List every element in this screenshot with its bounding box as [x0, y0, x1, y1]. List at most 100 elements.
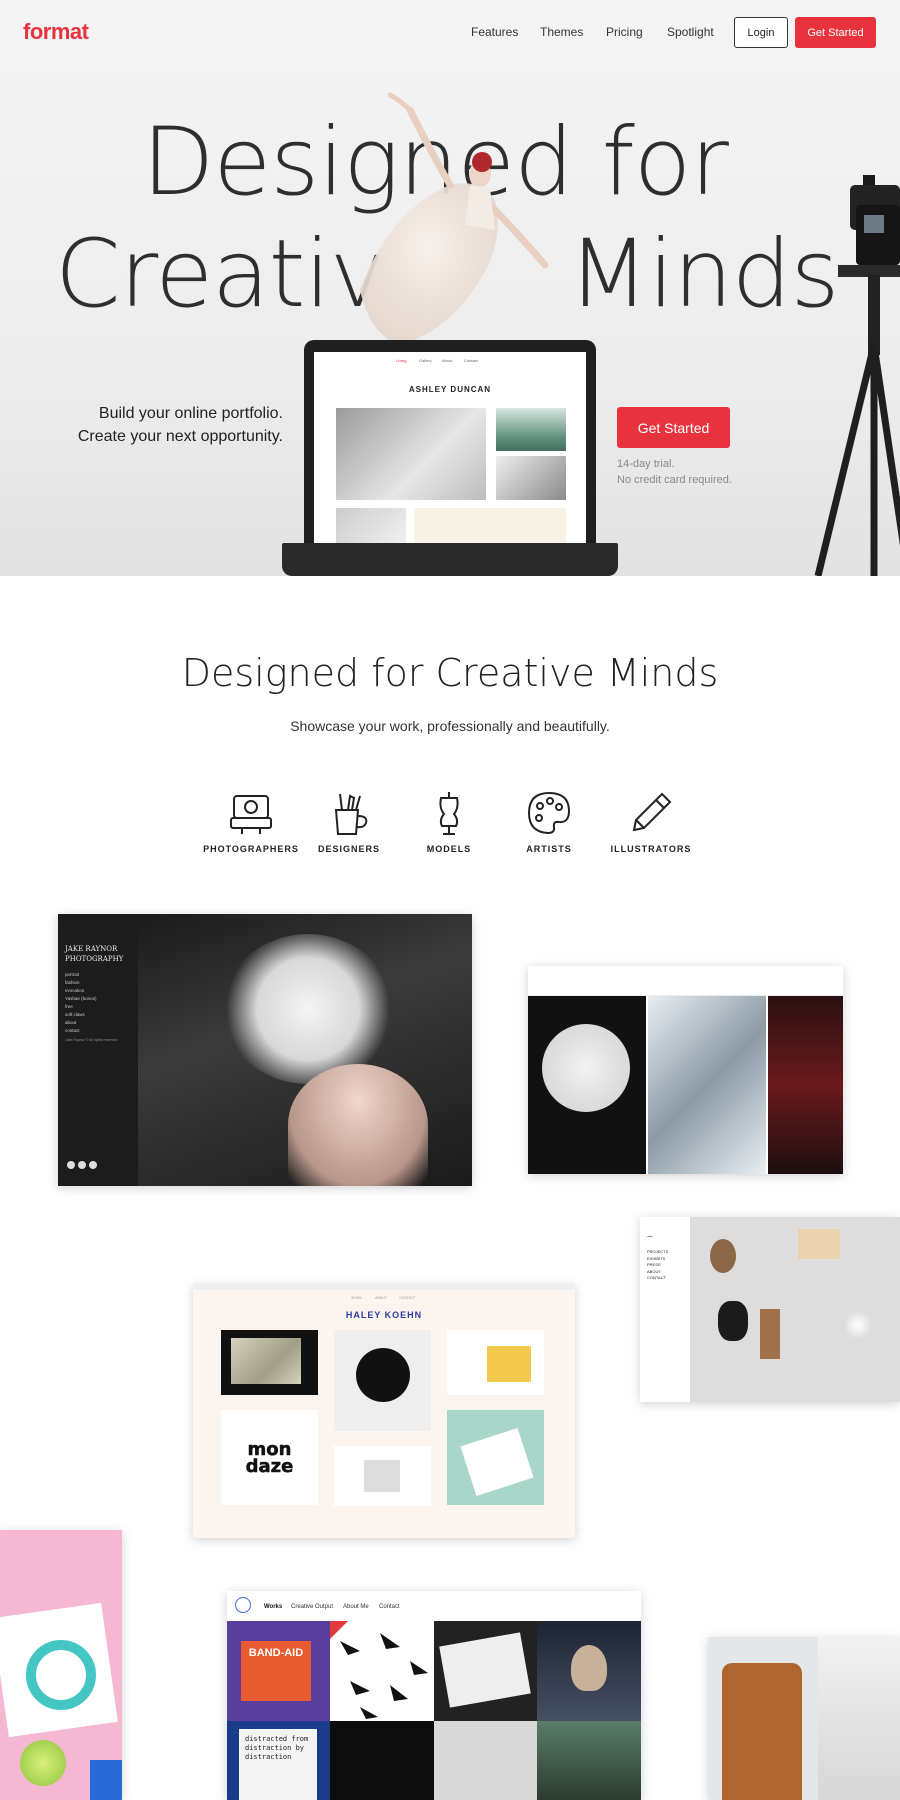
haley-tile-stationery: [447, 1410, 544, 1505]
category-artists[interactable]: ARTISTS: [494, 790, 604, 854]
screen-photo-tree: [336, 508, 406, 545]
tagline-line1: Build your online portfolio.: [98, 405, 283, 422]
twitter-icon[interactable]: [89, 1161, 97, 1169]
haley-nav-about: ABOUT: [375, 1296, 388, 1300]
jake-menu-item-0[interactable]: portrait: [65, 971, 96, 979]
showcase-backpack[interactable]: [708, 1637, 900, 1800]
category-label: ILLUSTRATORS: [610, 844, 692, 854]
studio-menu-item-4[interactable]: CONTACT: [647, 1275, 668, 1282]
screen-nav-contact: Contact: [464, 358, 478, 363]
jake-footer: Jake Raynor © All rights reserved.: [65, 1038, 118, 1042]
food-plate: [542, 1024, 630, 1112]
studio-menu: PROJECTS EXHIBITS PRESS ABOUT CONTACT: [647, 1249, 668, 1282]
jake-menu-item-5[interactable]: soft claws: [65, 1011, 96, 1019]
studio-sidebar: — PROJECTS EXHIBITS PRESS ABOUT CONTACT: [640, 1217, 690, 1402]
category-illustrators[interactable]: ILLUSTRATORS: [596, 790, 706, 854]
stationery-image: [460, 1428, 534, 1496]
jake-photo-shoulder: [288, 1064, 428, 1186]
jake-sidebar: JAKE RAYNOR PHOTOGRAPHY portrait fashion e…: [58, 914, 138, 1186]
haley-nav-contact: CONTACT: [399, 1296, 416, 1300]
login-button[interactable]: Login: [734, 17, 788, 48]
pencil-icon: [632, 792, 672, 832]
screen-nav-living: Living: [396, 358, 407, 363]
palette-icon: [527, 791, 571, 835]
showcase-haley-koehn[interactable]: WORK ABOUT CONTACT HALEY KOEHN mon daze: [193, 1284, 575, 1538]
dancer-image: [360, 92, 549, 345]
category-label: DESIGNERS: [317, 844, 380, 854]
instagram-icon[interactable]: [67, 1161, 75, 1169]
studio-object-dark: [718, 1301, 748, 1341]
jake-title-line2: PHOTOGRAPHY: [65, 955, 124, 963]
glass-image: [26, 1640, 96, 1710]
blue-block: [90, 1760, 122, 1800]
person-white-shirt: [818, 1637, 900, 1800]
screen-photo-dancer: [496, 456, 566, 500]
studio-object-salt: [842, 1311, 874, 1339]
yellow-card-image: [487, 1346, 531, 1382]
screen-photo-main: [336, 408, 486, 500]
camera-icon: [230, 795, 272, 834]
jake-title-line1: JAKE RAYNOR: [65, 945, 118, 953]
category-photographers[interactable]: PHOTOGRAPHERS: [196, 790, 306, 854]
lime-image: [20, 1740, 66, 1786]
jake-menu-item-4[interactable]: free: [65, 1003, 96, 1011]
section-title: Designed for Creative Minds: [181, 651, 719, 695]
works-nav-contact: Contact: [379, 1604, 400, 1610]
works-tile-street: [537, 1721, 641, 1800]
works-nav-works: Works: [264, 1604, 283, 1610]
facebook-icon[interactable]: [78, 1161, 86, 1169]
showcase-jake-raynor[interactable]: JAKE RAYNOR PHOTOGRAPHY portrait fashion e…: [58, 914, 472, 1186]
format-logo[interactable]: format: [23, 19, 89, 45]
laptop-keyboard: [282, 543, 618, 576]
food-site-header: [528, 966, 843, 996]
screen-nav-gallery: Gallery: [419, 358, 432, 363]
studio-logo: —: [647, 1233, 653, 1240]
works-logo-icon: [235, 1597, 251, 1613]
food-photo-sardines: [528, 996, 646, 1174]
header-get-started-button[interactable]: Get Started: [795, 17, 876, 48]
jake-hero-photo: [138, 914, 472, 1186]
hero-section: Designed for Creativ Minds format Featur…: [0, 0, 900, 576]
hero-get-started-button[interactable]: Get Started: [617, 407, 730, 448]
haley-tile-boxes: [221, 1330, 318, 1395]
works-tile-portrait: [537, 1621, 641, 1721]
works-header: Works Creative Output About Me Contact: [227, 1591, 641, 1621]
nav-themes[interactable]: Themes: [540, 25, 583, 39]
jake-photo-hair: [223, 934, 393, 1084]
jake-menu-item-1[interactable]: fashion: [65, 979, 96, 987]
food-photo-pomegranate: [768, 996, 843, 1174]
works-tile-bandaid: BAND-AID: [227, 1621, 330, 1721]
tagline-line2: Create your next opportunity.: [77, 428, 283, 445]
trial-line1: 14-day trial.: [617, 458, 675, 470]
category-label: MODELS: [426, 844, 472, 854]
haley-browser-bar: [193, 1284, 575, 1290]
category-models[interactable]: MODELS: [394, 790, 504, 854]
screen-photo-landscape: [496, 408, 566, 451]
nav-features[interactable]: Features: [471, 25, 518, 39]
category-label: ARTISTS: [526, 844, 572, 854]
works-tile-distracted: distracted from distraction by distracti…: [227, 1721, 330, 1800]
showcase-studio-objects[interactable]: — PROJECTS EXHIBITS PRESS ABOUT CONTACT: [640, 1217, 900, 1402]
haley-name: HALEY KOEHN: [345, 1310, 423, 1320]
jake-menu-item-6[interactable]: about: [65, 1019, 96, 1027]
showcase-works-grid[interactable]: Works Creative Output About Me Contact B…: [227, 1591, 641, 1800]
jake-menu-item-7[interactable]: contact: [65, 1027, 96, 1035]
studio-menu-item-0[interactable]: PROJECTS: [647, 1249, 668, 1256]
nav-pricing[interactable]: Pricing: [606, 25, 643, 39]
nav-spotlight[interactable]: Spotlight: [667, 25, 714, 39]
showcase-food-photos[interactable]: [528, 966, 843, 1174]
birds-pattern-image: [330, 1621, 428, 1719]
showcase-pink-glass[interactable]: [0, 1530, 122, 1800]
design-tools-icon: [334, 793, 368, 835]
jake-menu-item-2[interactable]: evocation: [65, 987, 96, 995]
works-tile-birds: [330, 1621, 434, 1721]
works-tile-dark-type: [330, 1721, 434, 1800]
screen-nav-about: About: [442, 358, 453, 363]
haley-boxes-image: [231, 1338, 301, 1384]
category-designers[interactable]: DESIGNERS: [294, 790, 404, 854]
section-subtitle: Showcase your work, professionally and b…: [290, 718, 610, 734]
hero-tagline: Build your online portfolio. Create your…: [40, 402, 283, 448]
jake-menu: portrait fashion evocation Yashae (bonus) fr…: [65, 971, 96, 1035]
hero-title-line2-right: Minds: [568, 220, 839, 329]
jake-menu-item-3[interactable]: Yashae (bonus): [65, 995, 96, 1003]
